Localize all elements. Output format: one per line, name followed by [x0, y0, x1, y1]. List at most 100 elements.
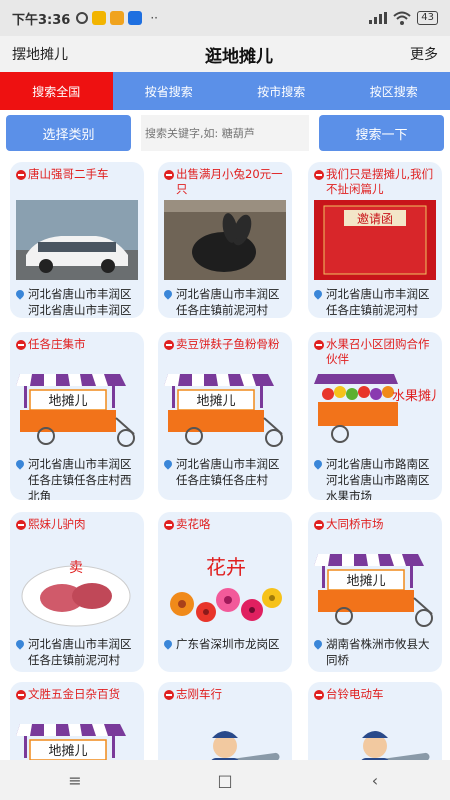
stall-cart-illustration: 地摊儿 — [314, 550, 436, 630]
stall-card[interactable]: 卖豆饼麸子鱼粉骨粉 地摊儿 河北省唐山市丰润区任各庄镇任各庄村 — [158, 332, 292, 500]
stall-card[interactable]: 卖花咯 花卉 广东省深圳市龙岗区 — [158, 512, 292, 672]
status-time: 下午3:36 — [12, 12, 71, 28]
stall-title: 水果召小区团购合作伙伴 — [326, 337, 430, 366]
tab-search-by-city[interactable]: 按市搜索 — [225, 72, 338, 110]
search-button[interactable]: 搜索一下 — [319, 115, 444, 151]
location-pin-icon — [162, 638, 174, 650]
stall-card[interactable]: 我们只是摆摊儿,我们不扯闲篇儿 邀请函 河北省唐山市丰润区任各庄镇前泥河村 — [308, 162, 442, 318]
search-input[interactable] — [141, 115, 309, 151]
stall-title: 文胜五金日杂百货 — [28, 687, 120, 701]
notification-app-icon — [92, 11, 107, 25]
rabbit-photo — [164, 200, 286, 280]
banner-text: 邀请函 — [357, 211, 393, 226]
stall-location: 湖南省株洲市攸县大同桥 — [326, 637, 430, 667]
meat-plate-illustration: 卖 — [16, 550, 138, 630]
stall-card[interactable]: 唐山强哥二手车 河北省唐山市丰润区河北省唐山市丰润区 — [10, 162, 144, 318]
stall-card[interactable]: 志刚车行 — [158, 682, 292, 760]
plate-sign: 卖 — [69, 560, 83, 576]
stall-card[interactable]: 熙妹儿驴肉 卖 河北省唐山市丰润区任各庄镇前泥河村 — [10, 512, 144, 672]
stall-title: 卖花咯 — [176, 517, 211, 531]
cart-sign: 水果摊儿 — [392, 389, 436, 404]
tab-search-nationwide[interactable]: 搜索全国 — [0, 72, 113, 110]
stall-title: 唐山强哥二手车 — [28, 167, 109, 181]
cart-sign: 地摊儿 — [196, 394, 235, 409]
stall-location: 河北省唐山市丰润区任各庄镇前泥河村 — [176, 287, 280, 317]
menu-icon[interactable]: ≡ — [55, 765, 95, 795]
location-pin-icon — [14, 288, 26, 300]
search-row: 选择类别 搜索一下 — [0, 110, 450, 156]
tag-icon — [314, 340, 324, 350]
stall-location: 河北省唐山市路南区河北省唐山市路南区水果市场 — [326, 457, 430, 500]
stall-setup-link[interactable]: 摆地摊儿 — [12, 44, 68, 64]
page-title: 逛地摊儿 — [205, 46, 273, 67]
tag-icon — [314, 690, 324, 700]
stall-title: 卖豆饼麸子鱼粉骨粉 — [176, 337, 280, 351]
red-banner-photo: 邀请函 — [314, 200, 436, 280]
tab-search-by-district[interactable]: 按区搜索 — [338, 72, 450, 110]
stall-title: 出售满月小兔20元一只 — [176, 167, 283, 196]
stall-location: 河北省唐山市丰润区河北省唐山市丰润区 — [28, 287, 132, 317]
mechanic-illustration — [314, 720, 436, 760]
status-right: 43 — [369, 11, 438, 25]
signal-icon — [369, 12, 388, 24]
stall-cart-illustration: 地摊儿 — [16, 370, 138, 450]
stall-location: 河北省唐山市丰润区任各庄镇前泥河村 — [28, 637, 132, 667]
location-pin-icon — [14, 458, 26, 470]
stall-card[interactable]: 台铃电动车 — [308, 682, 442, 760]
home-icon[interactable]: □ — [205, 765, 245, 795]
location-pin-icon — [312, 458, 324, 470]
more-notifications-icon: ·· — [150, 11, 158, 25]
tag-icon — [16, 340, 26, 350]
back-icon[interactable]: ‹ — [355, 765, 395, 795]
notification-app-icon-2 — [110, 11, 125, 25]
status-bar: 下午3:36 ·· 43 — [0, 0, 450, 36]
stall-card[interactable]: 文胜五金日杂百货 地摊儿 — [10, 682, 144, 760]
cart-sign: 地摊儿 — [48, 394, 87, 409]
location-pin-icon — [162, 288, 174, 300]
select-category-button[interactable]: 选择类别 — [6, 115, 131, 151]
location-pin-icon — [312, 638, 324, 650]
stall-cart-illustration: 地摊儿 — [16, 720, 138, 760]
search-scope-tabs: 搜索全国 按省搜索 按市搜索 按区搜索 — [0, 72, 450, 110]
stall-grid: 唐山强哥二手车 河北省唐山市丰润区河北省唐山市丰润区 出售满月小兔20元一只 河… — [0, 158, 450, 760]
stall-location: 河北省唐山市丰润区任各庄镇任各庄村 — [176, 457, 280, 487]
flowers-illustration: 花卉 — [164, 550, 286, 630]
stall-card[interactable]: 大同桥市场 地摊儿 湖南省株洲市攸县大同桥 — [308, 512, 442, 672]
alarm-icon — [76, 12, 89, 24]
stall-card[interactable]: 任各庄集市 地摊儿 河北省唐山市丰润区任各庄镇任各庄村西北角 — [10, 332, 144, 500]
tag-icon — [16, 170, 26, 180]
stall-title: 志刚车行 — [176, 687, 222, 701]
stall-title: 台铃电动车 — [326, 687, 384, 701]
stall-location: 河北省唐山市丰润区任各庄镇前泥河村 — [326, 287, 430, 317]
tag-icon — [314, 170, 324, 180]
more-link[interactable]: 更多 — [410, 44, 438, 64]
stall-cart-illustration: 地摊儿 — [164, 370, 286, 450]
tag-icon — [164, 690, 174, 700]
tag-icon — [314, 520, 324, 530]
fruit-cart-illustration: 水果摊儿 — [314, 370, 436, 450]
notification-app-icon-3 — [128, 11, 143, 25]
tag-icon — [164, 170, 174, 180]
stall-title: 我们只是摆摊儿,我们不扯闲篇儿 — [326, 167, 434, 196]
wifi-icon — [393, 11, 411, 25]
cart-sign: 地摊儿 — [346, 574, 385, 589]
tag-icon — [164, 520, 174, 530]
stall-title: 大同桥市场 — [326, 517, 384, 531]
tab-search-by-province[interactable]: 按省搜索 — [113, 72, 226, 110]
location-pin-icon — [312, 288, 324, 300]
stall-location: 河北省唐山市丰润区任各庄镇任各庄村西北角 — [28, 457, 132, 500]
stall-title: 任各庄集市 — [28, 337, 86, 351]
stall-location: 广东省深圳市龙岗区 — [176, 637, 280, 651]
stall-title: 熙妹儿驴肉 — [28, 517, 86, 531]
mechanic-illustration — [164, 720, 286, 760]
tag-icon — [16, 520, 26, 530]
battery-icon: 43 — [417, 11, 438, 25]
location-pin-icon — [14, 638, 26, 650]
title-bar: 摆地摊儿 逛地摊儿 更多 — [0, 36, 450, 72]
stall-card[interactable]: 出售满月小兔20元一只 河北省唐山市丰润区任各庄镇前泥河村 — [158, 162, 292, 318]
system-nav-bar: ≡ □ ‹ — [0, 760, 450, 800]
location-pin-icon — [162, 458, 174, 470]
stall-card[interactable]: 水果召小区团购合作伙伴 水果摊儿 河北省唐山市路南区河北省唐山市路南区水果市场 — [308, 332, 442, 500]
cart-sign: 地摊儿 — [48, 744, 87, 759]
tag-icon — [16, 690, 26, 700]
